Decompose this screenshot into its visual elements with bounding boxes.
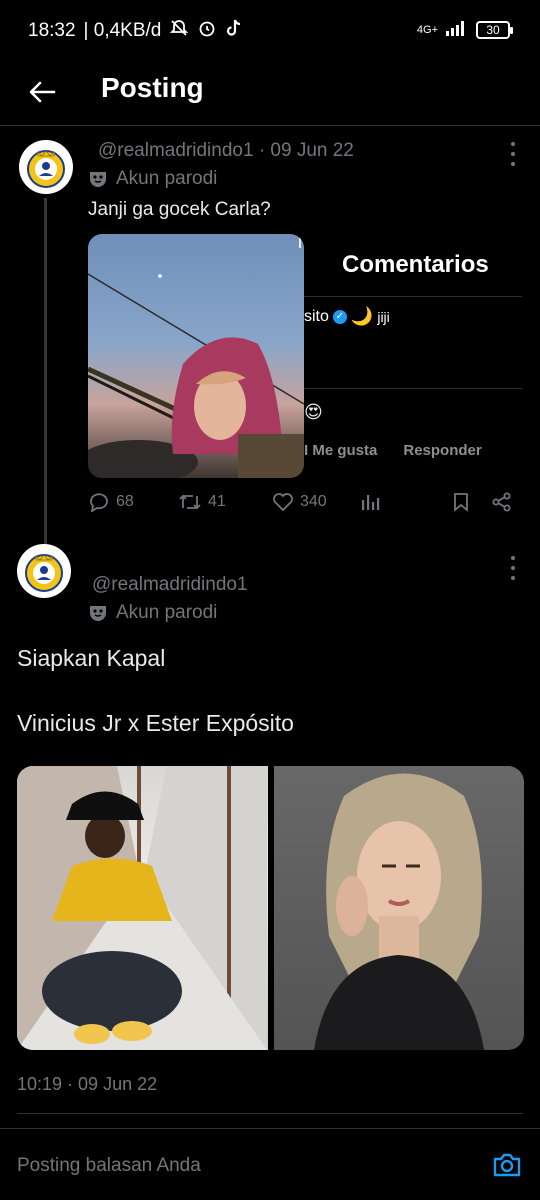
- comment-text: jiji: [377, 308, 390, 325]
- parody-label-row: Akun parodi: [88, 602, 217, 624]
- parody-label: Akun parodi: [116, 602, 218, 623]
- comments-panel: Comentarios sito ✓ 🌙 jiji 😍 I Me gusta R…: [304, 234, 540, 478]
- status-time: 18:32: [28, 20, 76, 41]
- club-crest-icon: [27, 150, 65, 188]
- mask-icon: [90, 606, 106, 621]
- bookmark-action[interactable]: [452, 492, 470, 512]
- photo-grid: [17, 766, 524, 1050]
- comment-user-name: sito: [304, 307, 329, 325]
- tweet-text: Janji ga gocek Carla?: [88, 199, 271, 220]
- retweet-icon: [179, 494, 201, 510]
- divider: [17, 1113, 523, 1114]
- network-label: 4G+: [416, 23, 438, 36]
- app-header: Posting: [0, 62, 540, 126]
- battery-level: 30: [486, 22, 500, 37]
- selfie-image: [88, 234, 304, 478]
- battery-icon: 30: [476, 20, 513, 39]
- verified-icon: ✓: [332, 309, 347, 324]
- reply-action[interactable]: 68: [88, 492, 134, 512]
- retweet-count: 41: [208, 493, 226, 510]
- status-left: 18:32 | 0,4KB/d: [28, 18, 243, 44]
- back-button[interactable]: [22, 72, 62, 112]
- alarm-icon: [197, 18, 217, 44]
- avatar[interactable]: [17, 544, 71, 598]
- thread-line: [44, 198, 47, 546]
- avatar[interactable]: [19, 140, 73, 194]
- status-net-speed: | 0,4KB/d: [83, 20, 162, 41]
- bookmark-icon: [454, 493, 468, 512]
- stats-icon: [362, 495, 380, 510]
- reply-input[interactable]: Posting balasan Anda: [17, 1155, 201, 1177]
- retweet-action[interactable]: 41: [178, 492, 226, 512]
- mute-icon: [169, 18, 189, 44]
- reply-bar: Posting balasan Anda: [0, 1128, 540, 1200]
- moon-icon: 🌙: [350, 306, 374, 326]
- photo-ester[interactable]: [273, 766, 524, 1050]
- ester-photo-image: [313, 773, 484, 1050]
- more-options-icon[interactable]: [508, 142, 518, 166]
- reply-label: Responder: [403, 442, 482, 459]
- tweet-handle-date[interactable]: @realmadridindo1 · 09 Jun 22: [98, 140, 354, 162]
- parent-tweet[interactable]: @realmadridindo1 · 09 Jun 22 Akun parodi…: [0, 126, 540, 546]
- tweet-handle[interactable]: @realmadridindo1: [92, 574, 248, 596]
- reaction-emoji: 😍: [304, 402, 323, 422]
- parody-label-row: Akun parodi: [88, 168, 217, 190]
- views-action[interactable]: [360, 492, 380, 512]
- tweet-actions: 68 41 340: [88, 492, 518, 522]
- page-title: Posting: [101, 72, 204, 103]
- divider: [304, 296, 522, 297]
- camera-icon: [493, 1153, 521, 1177]
- tiktok-icon: [225, 18, 243, 44]
- tweet-text-line2: Vinicius Jr x Ester Expósito: [17, 710, 294, 736]
- arrow-left-icon: [29, 81, 56, 103]
- mask-icon: [90, 172, 106, 187]
- tweet-timestamp: 10:19 · 09 Jun 22: [17, 1074, 158, 1094]
- like-label: I Me gusta: [304, 442, 378, 459]
- share-icon: [492, 492, 511, 512]
- more-options-icon[interactable]: [508, 556, 518, 580]
- embedded-photo[interactable]: [88, 234, 304, 478]
- status-right: 4G+ 30: [416, 20, 513, 39]
- share-action[interactable]: [492, 492, 512, 512]
- heart-icon: [273, 493, 293, 512]
- comments-title: Comentarios: [342, 251, 489, 278]
- parody-label: Akun parodi: [116, 168, 218, 189]
- club-crest-icon: [25, 554, 63, 592]
- comment-user: sito ✓ 🌙 jiji: [304, 306, 390, 327]
- signal-icon: [446, 20, 468, 39]
- camera-button[interactable]: [492, 1151, 522, 1179]
- like-count: 340: [300, 493, 327, 510]
- photo-vinicius[interactable]: [17, 766, 268, 1050]
- reply-count: 68: [116, 493, 134, 510]
- like-action[interactable]: 340: [272, 492, 327, 512]
- status-bar: 18:32 | 0,4KB/d 4G+ 30: [0, 0, 540, 62]
- divider: [304, 388, 522, 389]
- tweet-text-line1: Siapkan Kapal: [17, 645, 166, 671]
- comment-actions: I Me gusta Responder: [304, 442, 482, 459]
- reply-icon: [90, 493, 108, 512]
- vinicius-photo-image: [17, 766, 267, 1050]
